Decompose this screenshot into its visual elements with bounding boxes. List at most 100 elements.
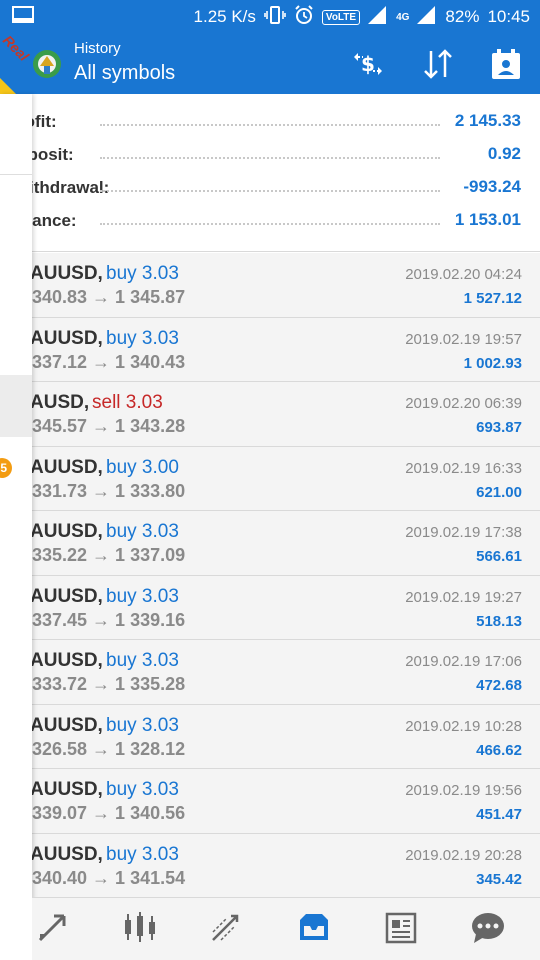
deal-profit: 466.62 [476, 741, 522, 759]
volte-badge: VoLTE [321, 9, 361, 25]
deal-row[interactable]: AUUSD, buy 3.03 337.45 → 1 339.16 2019.0… [0, 575, 540, 640]
dotted-leader [100, 190, 440, 192]
deal-profit: 472.68 [476, 677, 522, 694]
quotes-icon[interactable] [34, 910, 74, 946]
deal-direction: buy 3.03 [106, 263, 179, 284]
symbol-filter[interactable]: All symbols [74, 62, 175, 85]
deal-symbol: AUUSD, [30, 650, 103, 671]
deal-symbol: AUUSD, [30, 263, 103, 284]
dotted-leader [100, 223, 440, 225]
deal-row[interactable]: AUUSD, buy 3.03 326.58 → 1 328.12 2019.0… [0, 704, 540, 769]
deal-direction: buy 3.03 [106, 779, 179, 800]
history-icon[interactable] [294, 910, 334, 946]
navigation-drawer-edge[interactable] [0, 94, 32, 960]
metatrader-logo-icon[interactable] [30, 44, 64, 84]
deal-profit: 566.61 [476, 548, 522, 565]
deal-list: AUUSD, buy 3.03 340.83 → 1 345.87 2019.0… [0, 253, 540, 898]
calendar-icon[interactable] [488, 47, 524, 81]
balance-value: 1 153.01 [454, 210, 521, 229]
dotted-leader [100, 124, 440, 126]
deal-prices: 335.22 → 1 337.09 [32, 545, 186, 565]
deal-direction: sell 3.03 [92, 392, 163, 413]
drawer-selected-item[interactable] [0, 375, 32, 437]
deal-profit: 693.87 [476, 419, 522, 436]
deal-time: 2019.02.19 19:27 [405, 588, 522, 606]
drawer-divider [0, 174, 32, 175]
deal-profit: 345.42 [476, 870, 522, 888]
page-title: History [74, 40, 121, 57]
deal-prices: 326.58 → 1 328.12 [32, 738, 186, 759]
deal-symbol: AUUSD, [30, 843, 103, 865]
deal-row[interactable]: AUSD, sell 3.03 345.57 → 1 343.28 2019.0… [0, 382, 540, 447]
deal-time: 2019.02.19 10:28 [405, 717, 522, 735]
chart-icon[interactable] [120, 910, 160, 946]
screen-cast-icon [12, 6, 34, 29]
deal-prices: 331.73 → 1 333.80 [32, 480, 186, 501]
deal-profit: 1 527.12 [463, 290, 522, 307]
deal-symbol: AUUSD, [30, 714, 103, 736]
deal-prices: 337.45 → 1 339.16 [32, 609, 186, 630]
vibrate-icon [264, 5, 286, 29]
battery-level: 82% [445, 7, 480, 26]
status-bar: 1.25 K/s VoLTE 4G 82% 10:45 [0, 0, 540, 34]
trade-icon[interactable] [207, 910, 247, 946]
dotted-leader [100, 157, 440, 159]
deal-prices: 339.07 → 1 340.56 [32, 803, 186, 823]
deal-prices: 340.83 → 1 345.87 [32, 287, 186, 307]
deal-row[interactable]: AUUSD, buy 3.03 340.83 → 1 345.87 2019.0… [0, 253, 540, 318]
deal-time: 2019.02.19 17:06 [405, 653, 522, 670]
history-summary: rofit: 2 145.33 eposit: 0.92 Vithdrawal:… [0, 94, 540, 252]
svg-text:$: $ [361, 52, 375, 76]
clock: 10:45 [487, 7, 530, 26]
deal-prices: 345.57 → 1 343.28 [32, 416, 186, 436]
deal-direction: buy 3.03 [106, 327, 179, 349]
deal-time: 2019.02.19 16:33 [405, 459, 522, 477]
deal-direction: buy 3.03 [106, 650, 179, 671]
alarm-icon [294, 4, 314, 30]
deal-symbol: AUSD, [30, 392, 90, 413]
network-type: 4G [396, 11, 410, 23]
sort-icon[interactable] [420, 47, 456, 81]
chat-icon[interactable] [468, 910, 508, 946]
deal-row[interactable]: AUUSD, buy 3.03 335.22 → 1 337.09 2019.0… [0, 511, 540, 576]
signal-icon-2 [417, 5, 437, 29]
deal-time: 2019.02.19 17:38 [405, 524, 522, 541]
deal-profit: 518.13 [476, 612, 522, 630]
deal-time: 2019.02.19 20:28 [405, 846, 522, 864]
deal-profit: 451.47 [476, 806, 522, 823]
deal-direction: buy 3.03 [106, 714, 179, 736]
deal-symbol: AUUSD, [30, 327, 103, 349]
deal-time: 2019.02.19 19:57 [405, 330, 522, 348]
deal-profit: 1 002.93 [463, 354, 522, 372]
deal-row[interactable]: AUUSD, buy 3.03 339.07 → 1 340.56 2019.0… [0, 769, 540, 834]
news-icon[interactable] [381, 910, 421, 946]
deal-row[interactable]: AUUSD, buy 3.03 337.12 → 1 340.43 2019.0… [0, 317, 540, 382]
deal-symbol: AUUSD, [30, 779, 103, 800]
profit-value: 2 145.33 [454, 111, 521, 130]
deal-time: 2019.02.20 04:24 [405, 266, 522, 283]
deal-row[interactable]: AUUSD, buy 3.00 331.73 → 1 333.80 2019.0… [0, 446, 540, 511]
currency-exchange-icon[interactable]: $ [350, 47, 386, 81]
deal-prices: 333.72 → 1 335.28 [32, 674, 186, 694]
deal-time: 2019.02.20 06:39 [405, 395, 522, 412]
deal-symbol: AUUSD, [30, 456, 103, 478]
screen: 1.25 K/s VoLTE 4G 82% 10:45 History All … [0, 0, 540, 960]
signal-icon [368, 5, 388, 29]
bottom-navigation [32, 897, 540, 960]
summary-deposit: eposit: 0.92 [0, 139, 540, 172]
deposit-value: 0.92 [487, 144, 521, 163]
deal-row[interactable]: AUUSD, buy 3.03 333.72 → 1 335.28 2019.0… [0, 640, 540, 705]
deal-symbol: AUUSD, [30, 521, 103, 542]
summary-balance: alance: 1 153.01 [0, 205, 540, 238]
deal-row[interactable]: AUUSD, buy 3.03 340.40 → 1 341.54 2019.0… [0, 833, 540, 898]
deal-profit: 621.00 [476, 483, 522, 501]
deal-prices: 340.40 → 1 341.54 [32, 867, 186, 888]
app-bar: History All symbols $ [0, 34, 540, 94]
network-speed: 1.25 K/s [193, 7, 256, 26]
deal-time: 2019.02.19 19:56 [405, 782, 522, 799]
deal-direction: buy 3.03 [106, 843, 179, 865]
deal-direction: buy 3.03 [106, 521, 179, 542]
summary-withdrawal: Vithdrawal: -993.24 [0, 172, 540, 205]
deal-direction: buy 3.03 [106, 585, 179, 607]
summary-profit: rofit: 2 145.33 [0, 106, 540, 139]
